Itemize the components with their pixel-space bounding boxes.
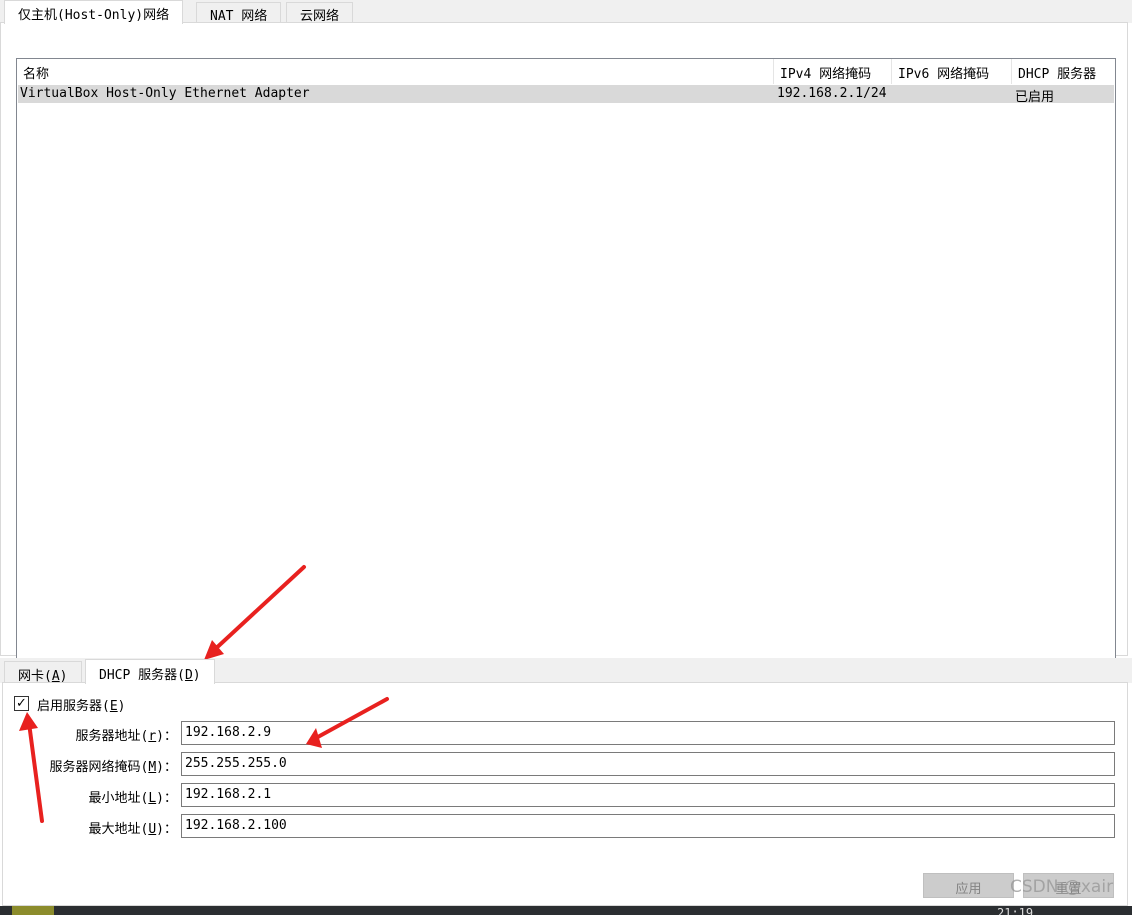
server-address-label: 服务器地址(r)： bbox=[75, 729, 178, 744]
column-header-ipv6-mask[interactable]: IPv6 网络掩码 bbox=[892, 59, 1012, 84]
tab-nat-network[interactable]: NAT 网络 bbox=[196, 2, 282, 24]
taskbar-app-icon[interactable] bbox=[12, 906, 54, 915]
enable-server-text: 启用服务器 bbox=[37, 699, 103, 714]
column-header-dhcp-server[interactable]: DHCP 服务器 bbox=[1012, 59, 1115, 84]
tab-host-only-network[interactable]: 仅主机(Host-Only)网络 bbox=[4, 0, 184, 24]
server-netmask-text: 服务器网络掩码 bbox=[49, 760, 141, 775]
watermark: CSDN @xair bbox=[1010, 877, 1114, 897]
tab-adapter[interactable]: 网卡(A) bbox=[4, 661, 82, 684]
lower-address-label: 最小地址(L)： bbox=[88, 791, 178, 806]
tab-dhcp-label: DHCP 服务器 bbox=[99, 668, 178, 683]
lower-address-mnemonic: L bbox=[148, 791, 157, 806]
host-only-network-pane: 名称 ^ IPv4 网络掩码 IPv6 网络掩码 DHCP 服务器 Virtua… bbox=[0, 22, 1128, 665]
lower-address-text: 最小地址 bbox=[88, 791, 141, 806]
tab-dhcp-server[interactable]: DHCP 服务器(D) bbox=[85, 659, 215, 684]
enable-server-label[interactable]: 启用服务器(E) bbox=[37, 695, 126, 714]
lower-address-input[interactable]: 192.168.2.1 bbox=[181, 783, 1115, 807]
cell-ipv4-mask: 192.168.2.1/24 bbox=[777, 86, 887, 101]
server-netmask-mnemonic: M bbox=[148, 760, 157, 775]
server-netmask-label: 服务器网络掩码(M)： bbox=[49, 760, 178, 775]
enable-server-checkbox[interactable]: ✓ bbox=[14, 696, 29, 711]
upper-address-input[interactable]: 192.168.2.100 bbox=[181, 814, 1115, 838]
network-list[interactable]: 名称 ^ IPv4 网络掩码 IPv6 网络掩码 DHCP 服务器 Virtua… bbox=[16, 58, 1116, 665]
server-address-text: 服务器地址 bbox=[75, 729, 141, 744]
taskbar-clock: 21:19 bbox=[997, 906, 1034, 915]
upper-address-mnemonic: U bbox=[148, 822, 157, 837]
server-netmask-input[interactable]: 255.255.255.0 bbox=[181, 752, 1115, 776]
network-type-tab-bar: 仅主机(Host-Only)网络 NAT 网络 云网络 bbox=[0, 0, 1132, 24]
server-address-mnemonic: r bbox=[148, 729, 157, 744]
upper-address-text: 最大地址 bbox=[88, 822, 141, 837]
enable-server-mnemonic: E bbox=[109, 699, 118, 714]
tab-dhcp-mnemonic: D bbox=[184, 668, 193, 683]
server-address-input[interactable]: 192.168.2.9 bbox=[181, 721, 1115, 745]
apply-button[interactable]: 应用 bbox=[923, 873, 1014, 898]
column-header-ipv4-mask[interactable]: IPv4 网络掩码 bbox=[774, 59, 892, 84]
adapter-settings-tab-bar: 网卡(A) DHCP 服务器(D) bbox=[0, 658, 1132, 684]
cell-adapter-name: VirtualBox Host-Only Ethernet Adapter bbox=[20, 86, 310, 101]
taskbar bbox=[0, 906, 1132, 915]
tab-cloud-network[interactable]: 云网络 bbox=[286, 2, 354, 24]
sort-ascending-icon: ^ bbox=[389, 58, 400, 68]
cell-dhcp-status: 已启用 bbox=[1015, 90, 1055, 105]
list-header: 名称 ^ IPv4 网络掩码 IPv6 网络掩码 DHCP 服务器 bbox=[17, 59, 1115, 84]
table-row[interactable]: VirtualBox Host-Only Ethernet Adapter 19… bbox=[18, 85, 1114, 105]
upper-address-label: 最大地址(U)： bbox=[88, 822, 178, 837]
